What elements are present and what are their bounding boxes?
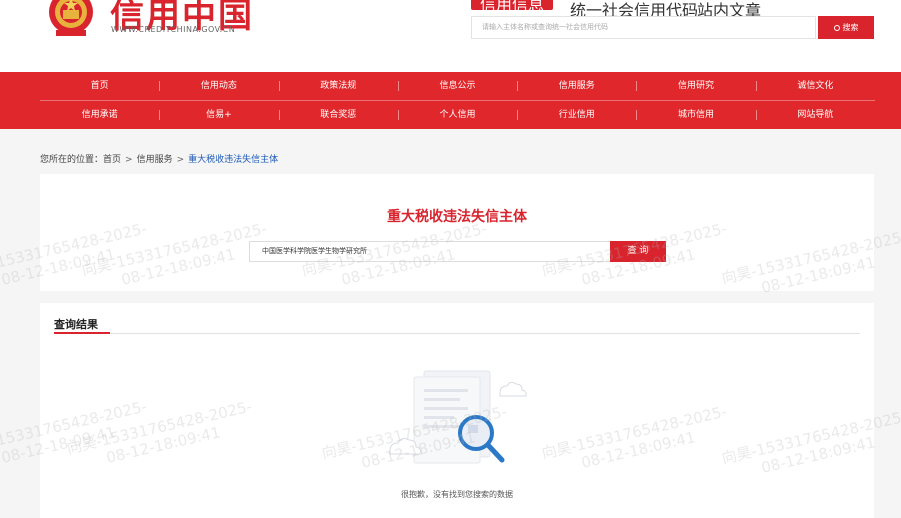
site-domain: WWW.CREDITCHINA.GOV.CN [111, 25, 236, 34]
results-title-underline [54, 332, 110, 334]
nav-row-secondary: 信用承诺 信易+ 联合奖惩 个人信用 行业信用 城市信用 网站导航 [40, 101, 875, 129]
results-title: 查询结果 [54, 318, 98, 331]
nav-item-home[interactable]: 首页 [40, 72, 159, 100]
nav-item-joint-rewards-penalties[interactable]: 联合奖惩 [278, 101, 398, 129]
main-navigation: 首页 信用动态 政策法规 信息公示 信用服务 信用研究 诚信文化 信用承诺 信易… [0, 72, 901, 129]
nav-item-credit-research[interactable]: 信用研究 [636, 72, 755, 100]
query-panel: 重大税收违法失信主体 中国医学科学院医学生物学研究所 查 询 [40, 174, 874, 291]
breadcrumb-separator: > [125, 155, 133, 165]
breadcrumb-credit-services[interactable]: 信用服务 [137, 155, 173, 165]
results-divider [54, 333, 860, 334]
header-search-input[interactable]: 请输入主体名称或查询统一社会信用代码 [471, 16, 816, 39]
breadcrumb-prefix: 您所在的位置： [40, 155, 104, 165]
nav-item-integrity-culture[interactable]: 诚信文化 [755, 72, 875, 100]
nav-item-credit-commitment[interactable]: 信用承诺 [40, 101, 159, 129]
no-results-illustration-icon [389, 370, 527, 464]
empty-results-message: 很抱歉，没有找到您搜索的数据 [401, 490, 513, 499]
nav-item-xinyi-plus[interactable]: 信易+ [159, 101, 278, 129]
breadcrumb-home[interactable]: 首页 [103, 155, 121, 165]
entity-search-input[interactable]: 中国医学科学院医学生物学研究所 [249, 241, 611, 262]
breadcrumb: 您所在的位置：首页 > 信用服务 > 重大税收违法失信主体 [40, 152, 278, 165]
nav-item-credit-news[interactable]: 信用动态 [159, 72, 278, 100]
header-search-button-label: 搜索 [842, 23, 859, 32]
header-search-button[interactable]: 搜索 [818, 16, 874, 39]
nav-item-site-navigation[interactable]: 网站导航 [755, 101, 875, 129]
nav-item-personal-credit[interactable]: 个人信用 [397, 101, 517, 129]
breadcrumb-separator: > [176, 155, 185, 165]
nav-item-info-disclosure[interactable]: 信息公示 [397, 72, 517, 100]
nav-item-industry-credit[interactable]: 行业信用 [517, 101, 636, 129]
nav-item-city-credit[interactable]: 城市信用 [636, 101, 755, 129]
search-icon [833, 25, 840, 31]
query-button[interactable]: 查 询 [610, 241, 666, 262]
nav-row-primary: 首页 信用动态 政策法规 信息公示 信用服务 信用研究 诚信文化 [40, 72, 875, 100]
nav-item-credit-services[interactable]: 信用服务 [517, 72, 636, 100]
national-emblem-icon [49, 0, 93, 36]
results-panel: 查询结果 很抱歉，没有找到您搜索的数据 [40, 303, 874, 518]
breadcrumb-current: 重大税收违法失信主体 [188, 155, 279, 165]
nav-item-policies[interactable]: 政策法规 [278, 72, 398, 100]
tab-credit-info[interactable]: 信用信息 [471, 0, 554, 13]
site-header: 信用中国 WWW.CREDITCHINA.GOV.CN 信用信息 统一社会信用代… [0, 0, 901, 72]
page-title: 重大税收违法失信主体 [387, 209, 527, 225]
